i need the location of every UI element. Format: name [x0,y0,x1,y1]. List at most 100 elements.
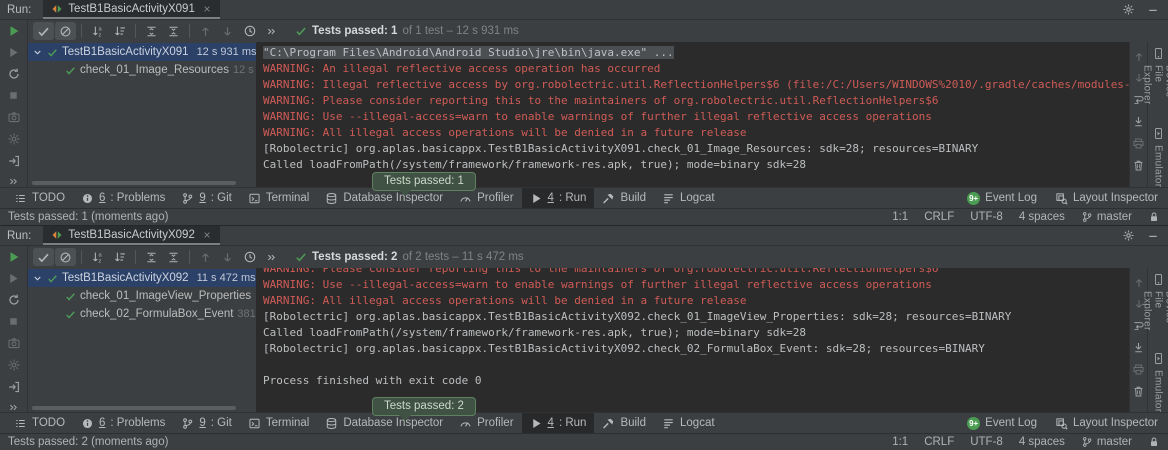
hide-window-icon[interactable] [1147,230,1159,242]
clear-all-button[interactable] [1132,159,1145,172]
import-tests-button[interactable] [7,154,21,168]
screenshot-button[interactable] [7,110,21,124]
tree-horizontal-scrollbar[interactable] [32,406,236,410]
toolwindow-button-terminal[interactable]: Terminal [240,413,317,433]
file-encoding[interactable]: UTF-8 [970,436,1003,448]
indent-setting[interactable]: 4 spaces [1019,211,1065,223]
toolwindow-button-logcat[interactable]: Logcat [654,413,723,433]
run-tab[interactable]: TestB1BasicActivityX092 [43,226,220,245]
tree-test-row[interactable]: check_01_ImageView_Properties11 s 91 ms [28,287,256,305]
scroll-to-end-button[interactable] [1132,115,1145,128]
stop-button[interactable] [7,89,20,102]
dock-emulator[interactable]: Emulator [1153,370,1164,412]
previous-failed-button[interactable] [195,248,216,266]
more-options-button[interactable] [8,176,19,187]
event-log-button[interactable]: 9+ Event Log [967,417,1037,430]
toolwindow-button-profiler[interactable]: Profiler [451,413,521,433]
lock-icon[interactable] [1148,211,1160,223]
collapse-all-button[interactable] [163,248,184,266]
git-branch-widget[interactable]: master [1081,436,1132,448]
toolwindow-button-database-inspector[interactable]: Database Inspector [317,188,451,208]
run-console[interactable]: "C:\Program Files\Android\Android Studio… [256,42,1129,187]
toolwindow-button-todo[interactable]: TODO [6,413,73,433]
tree-root-row[interactable]: TestB1BasicActivityX091 (org.aplas.t 12 … [28,43,256,61]
show-ignored-button[interactable] [55,248,76,266]
rerun-failed-tests-button[interactable] [7,272,20,285]
toolwindow-button-build[interactable]: Build [594,188,654,208]
test-history-button[interactable] [239,22,260,40]
show-passed-button[interactable] [33,248,54,266]
dock-device-file-explorer[interactable]: Device File Explorer [1142,65,1168,116]
scroll-to-end-button[interactable] [1132,341,1145,354]
screenshot-button[interactable] [7,336,21,350]
sort-by-duration-button[interactable] [109,248,130,266]
show-ignored-button[interactable] [55,22,76,40]
test-history-button[interactable] [239,248,260,266]
sort-by-duration-button[interactable] [109,22,130,40]
prev-occurrence-button[interactable] [1133,277,1145,289]
tree-horizontal-scrollbar[interactable] [32,181,236,185]
previous-failed-button[interactable] [195,22,216,40]
tree-test-row[interactable]: check_01_Image_Resources12 s 931 ms [28,61,256,79]
auto-test-button[interactable] [7,293,21,307]
close-icon[interactable] [202,230,212,240]
run-tab[interactable]: TestB1BasicActivityX091 [43,0,220,19]
prev-occurrence-button[interactable] [1133,51,1145,63]
rerun-tests-button[interactable] [7,24,21,38]
expand-all-button[interactable] [141,248,162,266]
close-icon[interactable] [202,4,212,14]
auto-test-button[interactable] [7,67,21,81]
next-failed-button[interactable] [217,248,238,266]
layout-inspector-button[interactable]: Layout Inspector [1055,417,1158,430]
indent-setting[interactable]: 4 spaces [1019,436,1065,448]
toolwindow-button-git[interactable]: 9: Git [173,413,240,433]
test-settings-button[interactable] [7,132,21,146]
rerun-failed-tests-button[interactable] [7,46,20,59]
expand-all-button[interactable] [141,22,162,40]
caret-position[interactable]: 1:1 [892,211,908,223]
sort-alphabetically-button[interactable] [87,22,108,40]
settings-gear-icon[interactable] [1122,3,1135,16]
chevron-down-icon[interactable] [32,47,43,58]
collapse-all-button[interactable] [163,22,184,40]
toolwindow-button-run[interactable]: 4: Run [522,413,595,433]
hide-window-icon[interactable] [1147,4,1159,16]
stop-button[interactable] [7,315,20,328]
dock-emulator[interactable]: Emulator [1153,145,1164,187]
toolwindow-button-logcat[interactable]: Logcat [654,188,723,208]
chevron-down-icon[interactable] [32,273,43,284]
toolwindow-button-profiler[interactable]: Profiler [451,188,521,208]
toolwindow-button-build[interactable]: Build [594,413,654,433]
event-log-button[interactable]: 9+ Event Log [967,192,1037,205]
line-ending[interactable]: CRLF [924,436,954,448]
toolwindow-button-problems[interactable]: 6: Problems [73,413,173,433]
line-ending[interactable]: CRLF [924,211,954,223]
rerun-tests-button[interactable] [7,250,21,264]
import-tests-button[interactable] [7,380,21,394]
print-button[interactable] [1132,363,1145,376]
more-toolbar-button[interactable] [261,22,282,40]
dock-device-file-explorer[interactable]: Device File Explorer [1142,291,1168,341]
run-console[interactable]: WARNING: Please consider reporting this … [256,268,1129,412]
tree-root-row[interactable]: TestB1BasicActivityX092 (org.aplas.t 11 … [28,269,256,287]
sort-alphabetically-button[interactable] [87,248,108,266]
toolwindow-button-terminal[interactable]: Terminal [240,188,317,208]
git-branch-widget[interactable]: master [1081,211,1132,223]
lock-icon[interactable] [1148,436,1160,448]
toolwindow-button-problems[interactable]: 6: Problems [73,188,173,208]
toolwindow-button-todo[interactable]: TODO [6,188,73,208]
layout-inspector-button[interactable]: Layout Inspector [1055,192,1158,205]
test-settings-button[interactable] [7,358,21,372]
show-passed-button[interactable] [33,22,54,40]
tree-test-row[interactable]: check_02_FormulaBox_Event381 ms [28,305,256,323]
toolwindow-button-database-inspector[interactable]: Database Inspector [317,413,451,433]
settings-gear-icon[interactable] [1122,229,1135,242]
toolwindow-button-run[interactable]: 4: Run [522,188,595,208]
print-button[interactable] [1132,137,1145,150]
file-encoding[interactable]: UTF-8 [970,211,1003,223]
toolwindow-button-git[interactable]: 9: Git [173,188,240,208]
next-failed-button[interactable] [217,22,238,40]
clear-all-button[interactable] [1132,385,1145,398]
caret-position[interactable]: 1:1 [892,436,908,448]
more-toolbar-button[interactable] [261,248,282,266]
